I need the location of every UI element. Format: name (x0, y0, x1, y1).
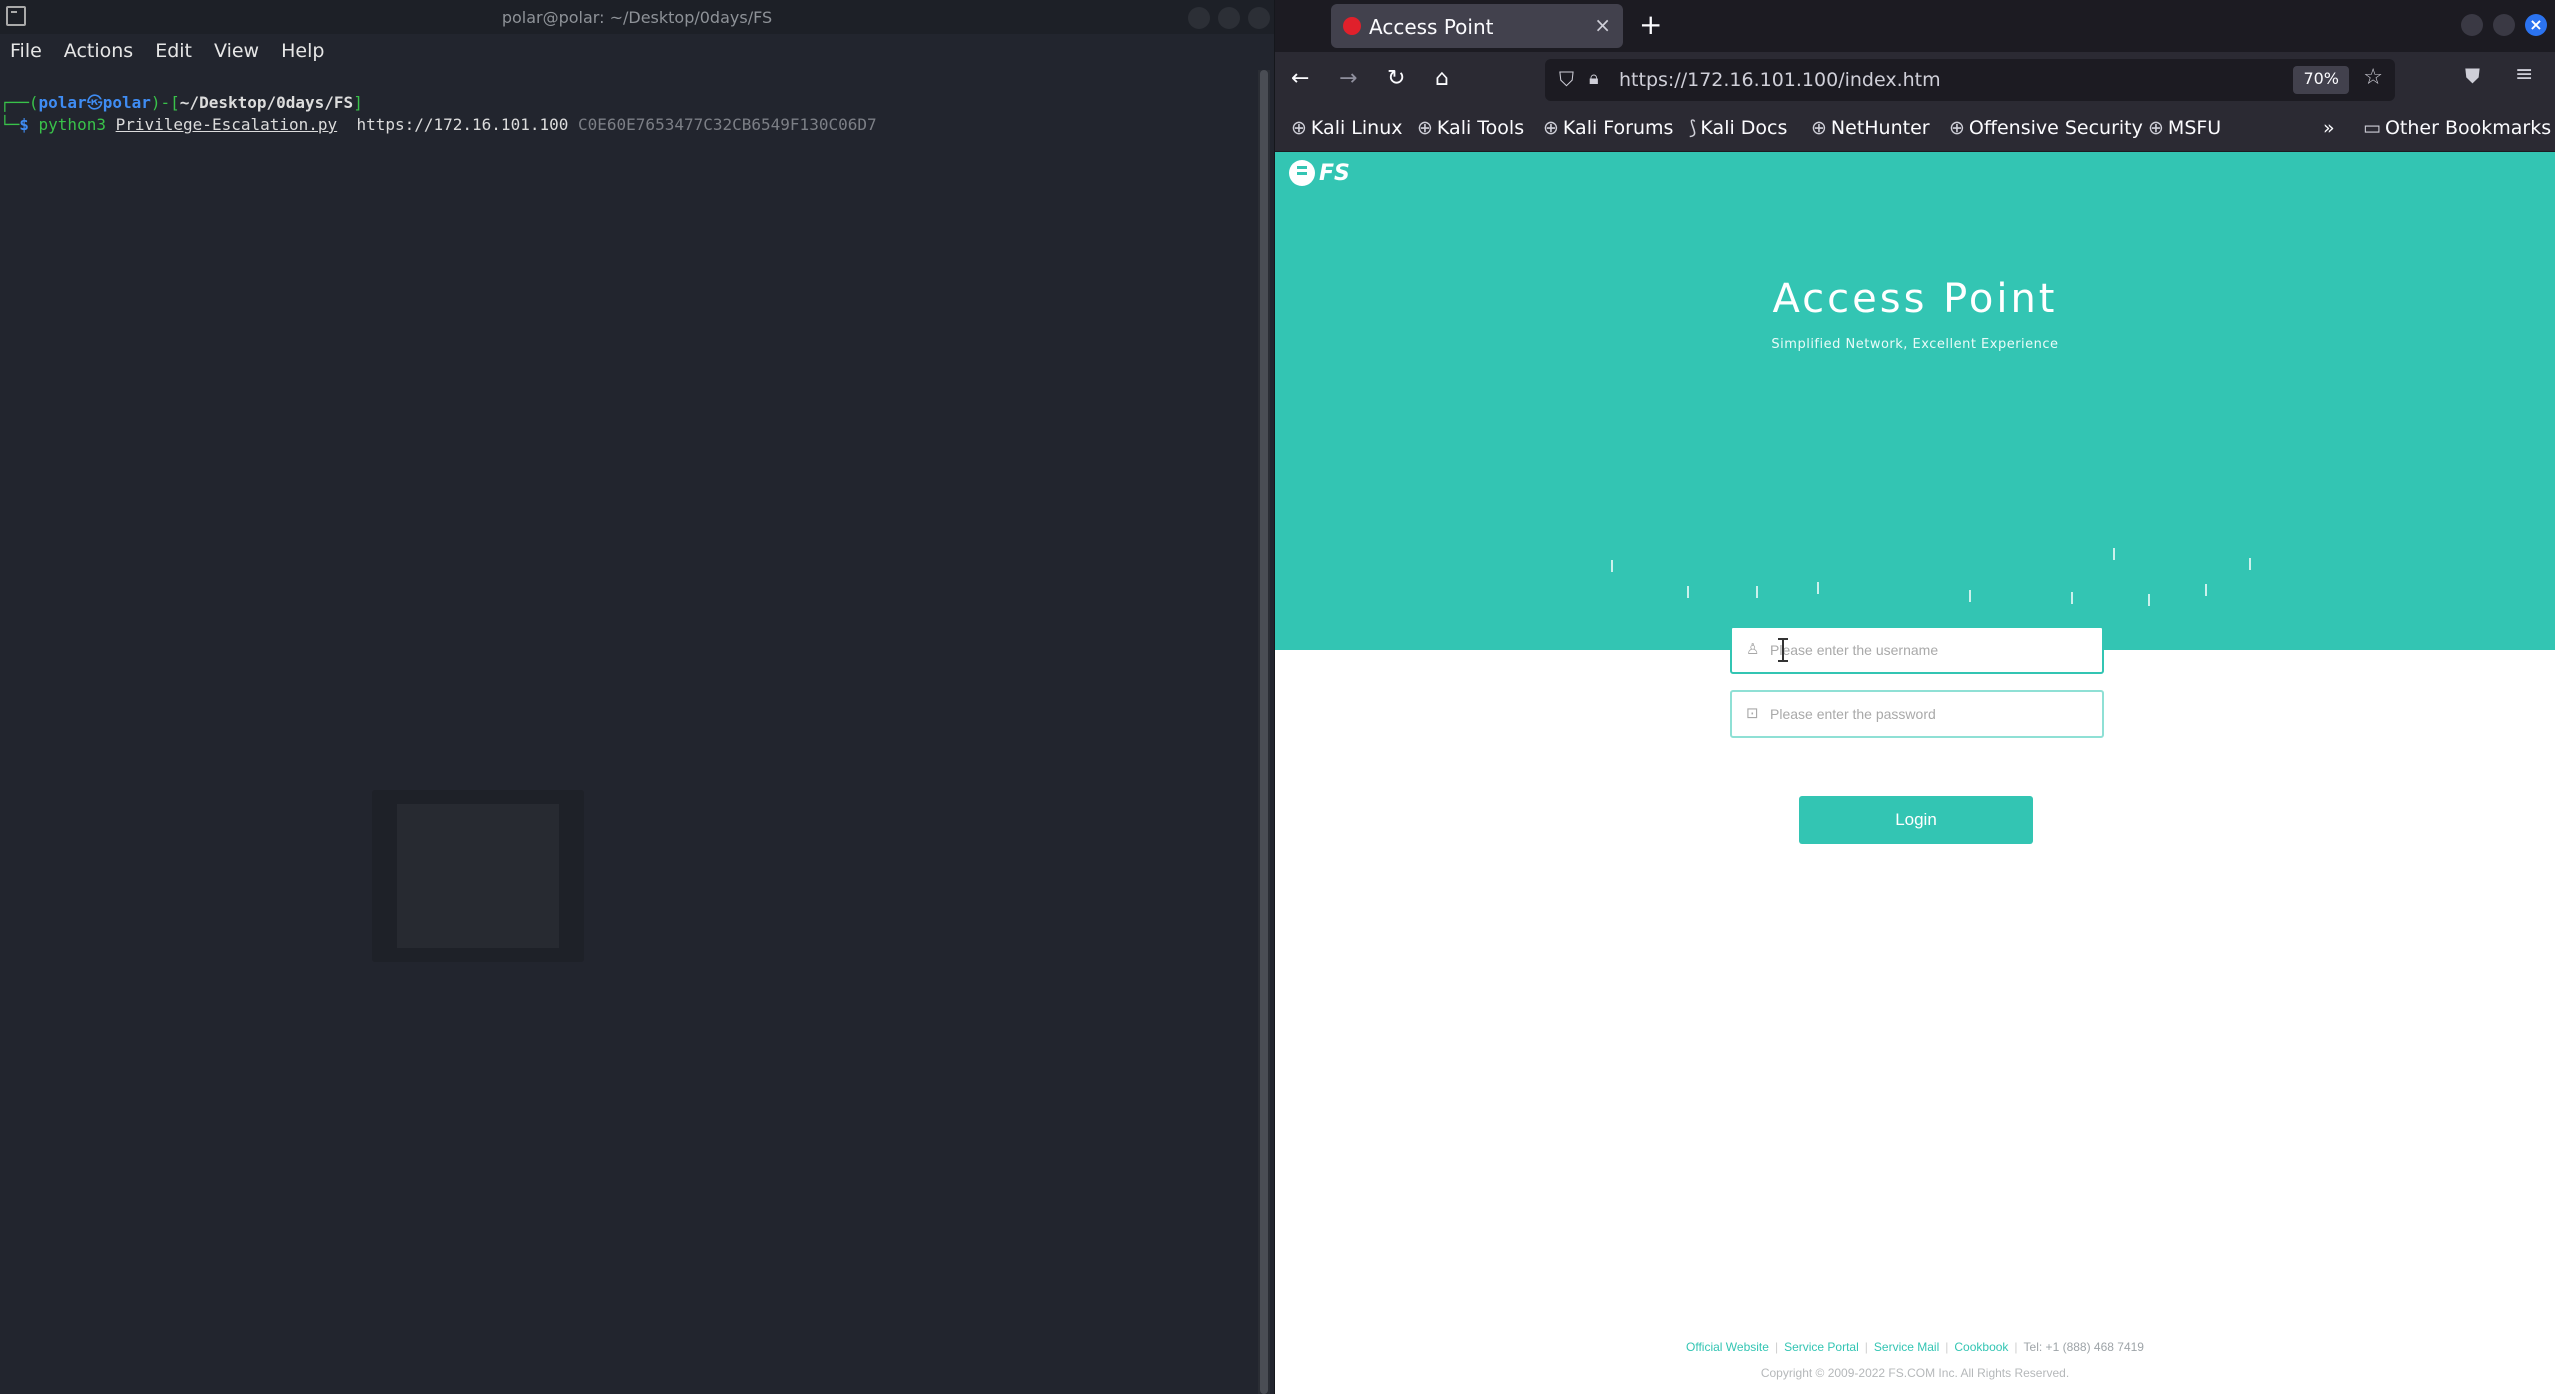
forward-arrow-icon[interactable]: → (1339, 64, 1357, 94)
rain-drop (2071, 592, 2073, 604)
tracking-shield-icon[interactable]: ⛉ (1559, 67, 1574, 91)
lock-icon[interactable]: 🔒︎ (1589, 68, 1599, 89)
command-line: └─$ python3 Privilege-Escalation.py http… (0, 115, 877, 134)
folder-icon: ▭ (2363, 117, 2381, 139)
zoom-indicator[interactable]: 70% (2293, 66, 2349, 94)
minimize-button[interactable] (1188, 7, 1210, 29)
globe-icon: ⊕ (2148, 117, 2164, 139)
menu-help[interactable]: Help (281, 34, 336, 70)
terminal-output[interactable]: ┌──(polar㉿polar)-[~/Desktop/0days/FS] └─… (0, 92, 877, 136)
bookmark-msfu[interactable]: ⊕ MSFU (2148, 117, 2221, 139)
rain-drop (1611, 560, 1613, 572)
tab-title: Access Point (1369, 15, 1494, 39)
browser-window-controls: × (2461, 14, 2547, 36)
lock-icon: ⊡ (1746, 704, 1759, 722)
fs-logo[interactable]: FS (1289, 160, 1350, 186)
pocket-icon[interactable]: ⛊ (2465, 64, 2480, 88)
password-field[interactable]: ⊡ (1730, 690, 2104, 738)
nav-bar: ← → ↻ ⌂ ⛉ 🔒︎ https://172.16.101.100/inde… (1275, 52, 2555, 108)
rain-drop (1817, 582, 1819, 594)
terminal-window[interactable]: polar@polar: ~/Desktop/0days/FS File Act… (0, 0, 1274, 1394)
prompt-line: ┌──(polar㉿polar)-[~/Desktop/0days/FS] (0, 93, 363, 112)
text-cursor-icon (1778, 638, 1788, 662)
globe-icon: ⊕ (1417, 117, 1433, 139)
footer-link-service-mail[interactable]: Service Mail (1874, 1340, 1939, 1354)
rain-drop (1756, 586, 1758, 598)
tab-bar: Access Point × + × (1275, 0, 2555, 52)
menu-actions[interactable]: Actions (64, 34, 145, 70)
command-arg: C0E60E7653477C32CB6549F130C06D7 (578, 115, 877, 134)
footer-link-cookbook[interactable]: Cookbook (1954, 1340, 2008, 1354)
maximize-button[interactable] (1218, 7, 1240, 29)
bookmark-kali-forums[interactable]: ⊕ Kali Forums (1543, 117, 1673, 139)
terminal-scrollbar[interactable] (1258, 70, 1270, 1394)
rain-drop (2249, 558, 2251, 570)
tab-access-point[interactable]: Access Point × (1331, 4, 1623, 48)
hero-banner: FS Access Point Simplified Network, Exce… (1275, 152, 2555, 650)
browser-window: Access Point × + × ← → ↻ ⌂ ⛉ 🔒︎ https://… (1275, 0, 2555, 1394)
menu-edit[interactable]: Edit (155, 34, 204, 70)
footer-links: Official Website | Service Portal | Service … (1686, 1340, 2144, 1354)
prompt-host: polar (102, 93, 151, 112)
user-icon: ♙ (1746, 640, 1760, 658)
favicon-icon (1343, 17, 1361, 35)
menu-icon[interactable]: ≡ (2515, 62, 2533, 87)
page-subtitle: Simplified Network, Excellent Experience (1771, 337, 2059, 352)
address-bar[interactable]: ⛉ 🔒︎ https://172.16.101.100/index.htm 70… (1545, 59, 2395, 101)
command-url: https://172.16.101.100 (356, 115, 569, 134)
close-window-button[interactable]: × (2525, 14, 2547, 36)
globe-icon: ⊕ (1543, 117, 1559, 139)
bookmarks-toolbar: ⊕ Kali Linux ⊕ Kali Tools ⊕ Kali Forums ⟆ Ka… (1275, 108, 2555, 152)
home-icon[interactable]: ⌂ (1435, 64, 1449, 94)
rain-drop (2148, 594, 2150, 606)
password-input[interactable] (1770, 700, 2090, 728)
fs-logo-icon (1289, 160, 1315, 186)
footer-tel: Tel: +1 (888) 468 7419 (2023, 1340, 2144, 1354)
terminal-menubar: File Actions Edit View Help (0, 34, 1274, 70)
bookmark-kali-docs[interactable]: ⟆ Kali Docs (1689, 117, 1787, 139)
maximize-button[interactable] (2493, 14, 2515, 36)
menu-file[interactable]: File (10, 34, 54, 70)
new-tab-button[interactable]: + (1639, 8, 1662, 41)
rain-drop (2113, 548, 2115, 560)
globe-icon: ⊕ (1949, 117, 1965, 139)
rain-drop (2205, 584, 2207, 596)
rain-drop (1687, 586, 1689, 598)
other-bookmarks-folder[interactable]: ▭ Other Bookmarks (2363, 117, 2551, 139)
overlay-ghost (372, 790, 584, 962)
menu-view[interactable]: View (214, 34, 271, 70)
footer-copyright: Copyright © 2009-2022 FS.COM Inc. All Ri… (1760, 1366, 2070, 1380)
bookmark-nethunter[interactable]: ⊕ NetHunter (1811, 117, 1930, 139)
login-button[interactable]: Login (1799, 796, 2033, 844)
footer-link-official-website[interactable]: Official Website (1686, 1340, 1769, 1354)
footer-link-service-portal[interactable]: Service Portal (1784, 1340, 1859, 1354)
desktop: polar@polar: ~/Desktop/0days/FS File Act… (0, 0, 2555, 1394)
bookmark-star-icon[interactable]: ☆ (2363, 65, 2383, 90)
close-button[interactable] (1248, 7, 1270, 29)
reload-icon[interactable]: ↻ (1387, 64, 1405, 94)
terminal-titlebar[interactable]: polar@polar: ~/Desktop/0days/FS (0, 0, 1274, 34)
bookmarks-overflow-button[interactable]: » (2323, 117, 2335, 139)
command-program: python3 (38, 115, 106, 134)
prompt-path: ~/Desktop/0days/FS (179, 93, 354, 112)
username-input[interactable] (1770, 636, 2090, 664)
bookmark-kali-linux[interactable]: ⊕ Kali Linux (1291, 117, 1402, 139)
web-page: FS Access Point Simplified Network, Exce… (1275, 152, 2555, 1394)
dragon-icon: ⟆ (1689, 117, 1697, 139)
tab-close-icon[interactable]: × (1594, 13, 1611, 37)
command-script: Privilege-Escalation.py (115, 115, 338, 134)
back-arrow-icon[interactable]: ← (1291, 64, 1309, 94)
globe-icon: ⊕ (1291, 117, 1307, 139)
prompt-user: polar (38, 93, 87, 112)
rain-drop (1969, 590, 1971, 602)
bookmark-kali-tools[interactable]: ⊕ Kali Tools (1417, 117, 1524, 139)
minimize-button[interactable] (2461, 14, 2483, 36)
terminal-title: polar@polar: ~/Desktop/0days/FS (501, 8, 773, 27)
url-text[interactable]: https://172.16.101.100/index.htm (1619, 69, 1941, 91)
username-field[interactable]: ♙ (1730, 626, 2104, 674)
bookmark-offensive-security[interactable]: ⊕ Offensive Security (1949, 117, 2143, 139)
page-title: Access Point (1772, 276, 2058, 322)
terminal-window-controls (1188, 7, 1270, 29)
globe-icon: ⊕ (1811, 117, 1827, 139)
